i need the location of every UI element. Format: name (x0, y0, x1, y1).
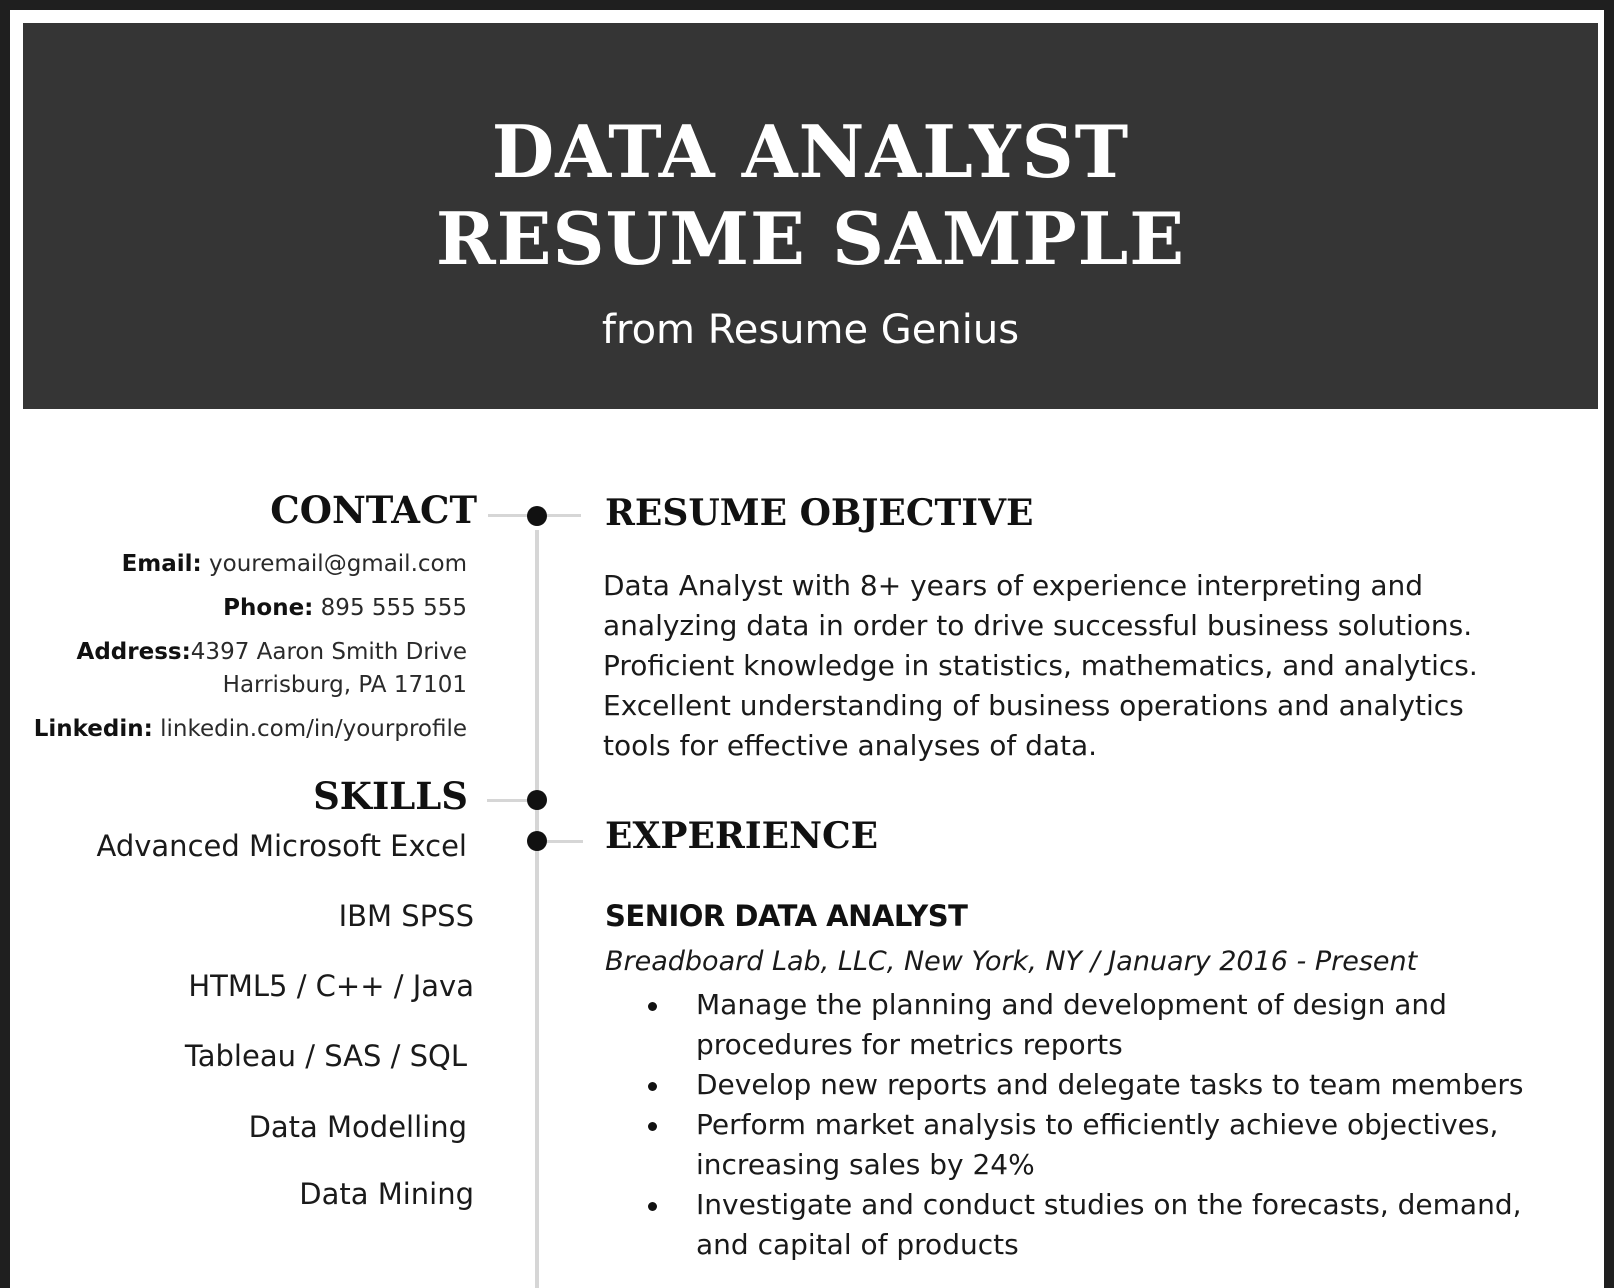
bullet-icon (648, 1002, 657, 1011)
bullet-text: Investigate and conduct studies on the f… (696, 1188, 1522, 1261)
resume-title-line1: DATA ANALYST (491, 109, 1130, 194)
bullet-text: Perform market analysis to efficiently a… (696, 1108, 1499, 1181)
contact-email-row: Email: youremail@gmail.com (122, 548, 467, 581)
contact-timeline-dot (527, 506, 547, 526)
list-item: Investigate and conduct studies on the f… (648, 1185, 1528, 1265)
linkedin-label: Linkedin: (33, 716, 153, 742)
job-bullet-list: Manage the planning and development of d… (648, 985, 1528, 1265)
bullet-icon (648, 1082, 657, 1091)
experience-heading: EXPERIENCE (605, 815, 879, 857)
skill-item: Tableau / SAS / SQL (184, 1039, 467, 1073)
skills-heading: SKILLS (313, 774, 468, 818)
contact-phone-row: Phone: 895 555 555 (223, 592, 467, 625)
objective-text: Data Analyst with 8+ years of experience… (603, 569, 1478, 762)
linkedin-value: linkedin.com/in/yourprofile (160, 716, 467, 742)
bullet-icon (648, 1122, 657, 1131)
skill-item: HTML5 / C++ / Java (188, 969, 474, 1003)
list-item: Perform market analysis to efficiently a… (648, 1105, 1528, 1185)
email-label: Email: (121, 551, 202, 577)
resume-page: DATA ANALYST RESUME SAMPLE from Resume G… (10, 10, 1604, 1288)
skill-item: Data Modelling (248, 1110, 467, 1144)
phone-label: Phone: (223, 595, 314, 621)
bullet-text: Develop new reports and delegate tasks t… (696, 1068, 1524, 1101)
list-item: Manage the planning and development of d… (648, 985, 1528, 1065)
email-value: youremail@gmail.com (209, 551, 467, 577)
resume-title-line2: RESUME SAMPLE (435, 196, 1186, 281)
timeline-line (535, 530, 539, 1288)
skill-item: IBM SPSS (338, 899, 474, 933)
contact-linkedin-row: Linkedin: linkedin.com/in/yourprofile (34, 713, 467, 746)
contact-address-row: Address:4397 Aaron Smith Drive (77, 636, 467, 669)
address-line2: Harrisburg, PA 17101 (222, 672, 467, 698)
skill-item: Data Mining (299, 1177, 474, 1211)
contact-connector (488, 514, 528, 517)
address-line1: 4397 Aaron Smith Drive (190, 639, 467, 665)
job-title: SENIOR DATA ANALYST (605, 899, 968, 933)
contact-heading: CONTACT (270, 488, 477, 532)
bullet-text: Manage the planning and development of d… (696, 988, 1447, 1061)
objective-connector (547, 514, 581, 517)
resume-title: DATA ANALYST RESUME SAMPLE (23, 108, 1598, 282)
skill-item: Advanced Microsoft Excel (96, 829, 467, 863)
list-item: Develop new reports and delegate tasks t… (648, 1065, 1528, 1105)
bullet-icon (648, 1202, 657, 1211)
resume-subtitle: from Resume Genius (601, 307, 1020, 353)
experience-connector (547, 840, 583, 843)
phone-value: 895 555 555 (320, 595, 467, 621)
experience-timeline-dot (527, 831, 547, 851)
address-label: Address: (76, 639, 191, 665)
skills-connector (487, 799, 527, 802)
contact-address-line2: Harrisburg, PA 17101 (223, 669, 467, 702)
header-banner: DATA ANALYST RESUME SAMPLE from Resume G… (23, 23, 1598, 409)
job-meta: Breadboard Lab, LLC, New York, NY / Janu… (605, 946, 1418, 977)
objective-heading: RESUME OBJECTIVE (605, 492, 1034, 534)
skills-timeline-dot (527, 790, 547, 810)
